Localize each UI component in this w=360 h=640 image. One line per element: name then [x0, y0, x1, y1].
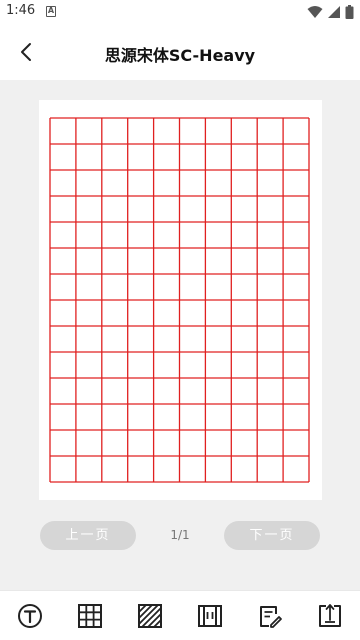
wifi-icon	[307, 6, 323, 18]
next-page-button[interactable]: 下一页	[224, 521, 320, 550]
page-indicator: 1/1	[170, 528, 190, 542]
status-time: 1:46	[6, 3, 36, 18]
status-icons	[307, 5, 354, 19]
paper-preview	[39, 100, 322, 500]
signal-icon	[328, 6, 340, 18]
text-icon[interactable]	[17, 603, 43, 629]
bottom-toolbar	[0, 590, 360, 640]
grid-icon[interactable]	[77, 603, 103, 629]
grid-sheet	[49, 117, 310, 483]
layout-icon[interactable]	[197, 603, 223, 629]
app-bar: 思源宋体SC-Heavy	[0, 24, 360, 80]
prev-page-button[interactable]: 上一页	[40, 521, 136, 550]
battery-icon	[345, 5, 354, 19]
edit-note-icon[interactable]	[257, 603, 283, 629]
preview-area: 上一页 1/1 下一页	[0, 80, 360, 590]
hatch-pattern-icon[interactable]	[137, 603, 163, 629]
notification-icon: A	[46, 6, 56, 17]
pager: 上一页 1/1 下一页	[0, 521, 360, 551]
status-bar: 1:46 A	[0, 0, 360, 24]
page-title: 思源宋体SC-Heavy	[104, 46, 256, 65]
export-icon[interactable]	[317, 603, 343, 629]
